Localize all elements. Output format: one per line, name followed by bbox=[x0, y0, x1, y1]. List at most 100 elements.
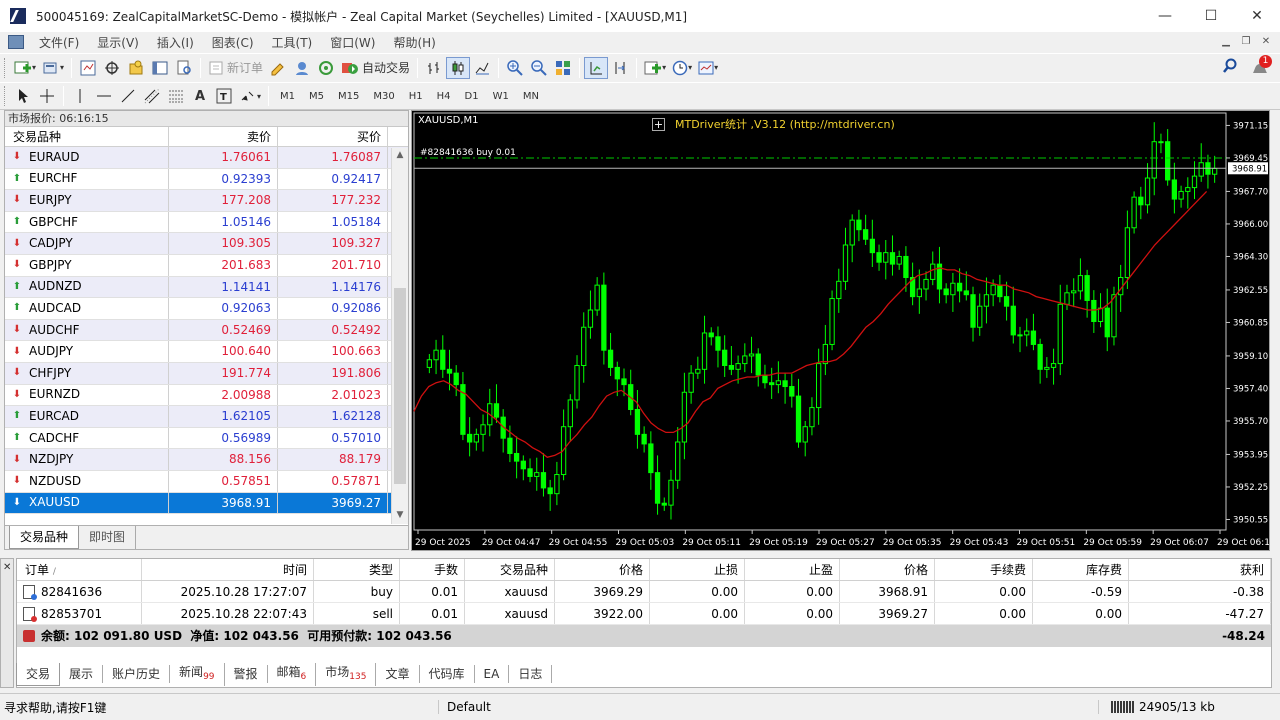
horizontal-line-icon[interactable] bbox=[92, 85, 116, 107]
terminal-tab[interactable]: 文章 bbox=[376, 665, 420, 683]
status-profile[interactable]: Default bbox=[438, 700, 1098, 714]
channel-icon[interactable] bbox=[140, 85, 164, 107]
toolbar-grip[interactable] bbox=[4, 86, 7, 106]
tab-symbols[interactable]: 交易品种 bbox=[9, 526, 80, 549]
timeframe-m5[interactable]: M5 bbox=[302, 91, 331, 102]
terminal-tab[interactable]: 展示 bbox=[60, 665, 104, 683]
column-ask[interactable]: 买价 bbox=[278, 127, 388, 146]
mdi-minimize-button[interactable]: ▁ bbox=[1218, 34, 1234, 48]
terminal-tab[interactable]: 账户历史 bbox=[103, 665, 171, 683]
candlesticks-icon[interactable] bbox=[446, 56, 471, 79]
auto-trading-button[interactable]: 自动交易 bbox=[338, 57, 413, 79]
signals-icon[interactable] bbox=[314, 57, 338, 79]
timeframe-m1[interactable]: M1 bbox=[273, 91, 302, 102]
zoom-in-icon[interactable] bbox=[503, 57, 527, 79]
toolbar-grip[interactable] bbox=[4, 57, 7, 78]
market-watch-row[interactable]: ⬆ EURCAD 1.62105 1.62128 bbox=[5, 406, 408, 428]
order-take-profit[interactable]: 0.00 bbox=[745, 581, 840, 602]
market-watch-row[interactable]: ⬆ EURCHF 0.92393 0.92417 bbox=[5, 168, 408, 191]
column-type[interactable]: 类型 bbox=[314, 559, 400, 580]
strategy-tester-icon[interactable] bbox=[172, 57, 196, 79]
scroll-thumb[interactable] bbox=[394, 288, 406, 484]
market-watch-row[interactable]: ⬇ CHFJPY 191.774 191.806 bbox=[5, 362, 408, 385]
market-watch-row[interactable]: ⬆ GBPCHF 1.05146 1.05184 bbox=[5, 211, 408, 234]
timeframe-d1[interactable]: D1 bbox=[458, 91, 486, 102]
timeframe-m15[interactable]: M15 bbox=[331, 91, 366, 102]
column-time[interactable]: 时间 bbox=[142, 559, 314, 580]
maximize-button[interactable]: ☐ bbox=[1188, 0, 1234, 32]
tile-windows-icon[interactable] bbox=[551, 57, 575, 79]
tab-tick-chart[interactable]: 即时图 bbox=[79, 526, 137, 549]
fibonacci-icon[interactable] bbox=[164, 85, 188, 107]
scroll-up-icon[interactable]: ▲ bbox=[395, 150, 405, 162]
profiles-button[interactable]: ▾ bbox=[39, 57, 67, 79]
market-watch-row[interactable]: ⬆ AUDNZD 1.14141 1.14176 bbox=[5, 276, 408, 299]
mdi-restore-button[interactable]: ❐ bbox=[1238, 34, 1254, 48]
order-stop-loss[interactable]: 0.00 bbox=[650, 603, 745, 624]
column-current-price[interactable]: 价格 bbox=[840, 559, 935, 580]
market-watch-row[interactable]: ⬇ GBPJPY 201.683 201.710 bbox=[5, 254, 408, 277]
navigator-icon[interactable] bbox=[124, 57, 148, 79]
community-icon[interactable] bbox=[290, 57, 314, 79]
timeframe-h1[interactable]: H1 bbox=[402, 91, 430, 102]
scroll-down-icon[interactable]: ▼ bbox=[395, 510, 405, 522]
terminal-tab[interactable]: 新闻99 bbox=[170, 662, 225, 686]
column-price[interactable]: 价格 bbox=[555, 559, 650, 580]
new-chart-button[interactable]: ▾ bbox=[11, 57, 39, 79]
cursor-icon[interactable] bbox=[11, 85, 35, 107]
order-row[interactable]: 82853701 2025.10.28 22:07:43 sell 0.01 xauus… bbox=[17, 603, 1271, 625]
market-watch-row[interactable]: ⬇ EURJPY 177.208 177.232 bbox=[5, 190, 408, 212]
text-label-icon[interactable]: T bbox=[212, 85, 236, 107]
terminal-tab[interactable]: 邮箱6 bbox=[268, 662, 317, 686]
market-watch-scrollbar[interactable]: ▲ ▼ bbox=[391, 148, 408, 524]
search-icon[interactable] bbox=[1222, 58, 1238, 77]
market-watch-row[interactable]: ⬇ XAUUSD 3968.91 3969.27 bbox=[5, 492, 408, 515]
price-chart[interactable]: 3971.153969.453967.703966.003964.303962.… bbox=[412, 111, 1269, 550]
column-profit[interactable]: 获利 bbox=[1129, 559, 1271, 580]
column-stop-loss[interactable]: 止损 bbox=[650, 559, 745, 580]
timeframe-w1[interactable]: W1 bbox=[486, 91, 516, 102]
bar-chart-icon[interactable] bbox=[422, 57, 446, 79]
menu-window[interactable]: 窗口(W) bbox=[321, 34, 384, 51]
terminal-tab[interactable]: 交易 bbox=[16, 662, 61, 686]
timeframe-mn[interactable]: MN bbox=[516, 91, 546, 102]
metaeditor-icon[interactable] bbox=[266, 57, 290, 79]
data-window-icon[interactable] bbox=[100, 57, 124, 79]
timeframe-m30[interactable]: M30 bbox=[366, 91, 401, 102]
market-watch-row[interactable]: ⬇ NZDUSD 0.57851 0.57871 bbox=[5, 470, 408, 493]
minimize-button[interactable]: — bbox=[1142, 0, 1188, 32]
new-order-button[interactable]: 新订单 bbox=[205, 57, 266, 79]
timeframe-h4[interactable]: H4 bbox=[430, 91, 458, 102]
market-watch-row[interactable]: ⬆ CADCHF 0.56989 0.57010 bbox=[5, 427, 408, 450]
market-watch-row[interactable]: ⬇ AUDCHF 0.52469 0.52492 bbox=[5, 319, 408, 342]
order-stop-loss[interactable]: 0.00 bbox=[650, 581, 745, 602]
crosshair-icon[interactable] bbox=[35, 85, 59, 107]
menu-view[interactable]: 显示(V) bbox=[88, 34, 148, 51]
menu-charts[interactable]: 图表(C) bbox=[203, 34, 263, 51]
column-commission[interactable]: 手续费 bbox=[935, 559, 1033, 580]
line-chart-icon[interactable] bbox=[470, 57, 494, 79]
terminal-icon[interactable] bbox=[148, 57, 172, 79]
market-watch-row[interactable]: ⬇ EURAUD 1.76061 1.76087 bbox=[5, 147, 408, 169]
trendline-icon[interactable] bbox=[116, 85, 140, 107]
column-take-profit[interactable]: 止盈 bbox=[745, 559, 840, 580]
close-button[interactable]: ✕ bbox=[1234, 0, 1280, 32]
status-connection[interactable]: 24905/13 kb bbox=[1098, 700, 1280, 714]
column-swap[interactable]: 库存费 bbox=[1033, 559, 1129, 580]
terminal-tab[interactable]: 警报 bbox=[225, 665, 268, 683]
column-symbol[interactable]: 交易品种 bbox=[465, 559, 555, 580]
order-row[interactable]: 82841636 2025.10.28 17:27:07 buy 0.01 xauusd… bbox=[17, 581, 1271, 603]
menu-help[interactable]: 帮助(H) bbox=[384, 34, 444, 51]
terminal-tab[interactable]: EA bbox=[475, 665, 510, 683]
notifications-icon[interactable]: 1 bbox=[1250, 55, 1272, 77]
vertical-line-icon[interactable] bbox=[68, 85, 92, 107]
market-watch-row[interactable]: ⬇ NZDJPY 88.156 88.179 bbox=[5, 449, 408, 471]
column-order[interactable]: 订单 / bbox=[17, 559, 142, 580]
templates-button[interactable]: ▾ bbox=[695, 57, 721, 79]
market-watch-row[interactable]: ⬇ CADJPY 109.305 109.327 bbox=[5, 233, 408, 255]
terminal-close-icon[interactable]: ✕ bbox=[3, 562, 11, 573]
chart-window[interactable]: 3971.15 3969.45 3967.70 3966.00 3964.30 3962.… bbox=[411, 110, 1270, 551]
zoom-out-icon[interactable] bbox=[527, 57, 551, 79]
market-watch-icon[interactable] bbox=[76, 57, 100, 79]
terminal-tab[interactable]: 市场135 bbox=[316, 662, 377, 686]
